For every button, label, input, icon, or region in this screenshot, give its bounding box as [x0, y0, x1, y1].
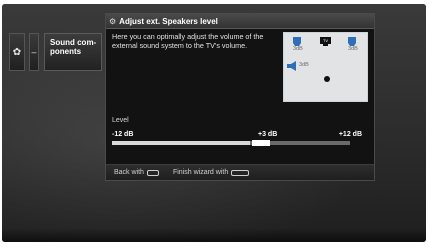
dialog-description: Here you can optimally adjust the volume…	[112, 32, 264, 50]
right-speaker-level: 3dB	[348, 46, 358, 52]
nav-item-sound-components[interactable]: Sound com-ponents	[44, 33, 102, 71]
level-label: Level	[112, 117, 129, 124]
svg-text:TV: TV	[323, 38, 328, 43]
level-scale: -12 dB +3 dB +12 dB	[112, 131, 368, 141]
finish-label: Finish wizard with	[172, 169, 229, 176]
level-max-label: +12 dB	[338, 131, 362, 138]
speaker-layout-diagram: 3dB TV 3dB 3dB	[283, 32, 368, 102]
finish-hint[interactable]: Finish wizard with	[172, 169, 250, 176]
level-current-label: +3 dB	[258, 131, 278, 138]
dash-icon: –	[31, 47, 37, 57]
center-speaker-level: 3dB	[299, 62, 309, 68]
listener-icon	[324, 76, 330, 82]
level-slider-knob[interactable]	[251, 140, 270, 146]
gear-icon: ⚙	[109, 16, 117, 26]
level-slider-fill	[112, 141, 251, 145]
back-key-icon	[146, 169, 159, 176]
screen-bottom-shadow	[2, 228, 426, 242]
dialog-footer: Back with Finish wizard with	[106, 164, 374, 180]
back-label: Back with	[114, 169, 144, 176]
speaker-icon	[287, 61, 296, 71]
tv-icon: TV	[320, 37, 331, 46]
dialog-header: ⚙ Adjust ext. Speakers level	[106, 14, 374, 29]
left-speaker-level: 3dB	[293, 46, 303, 52]
dialog-title: Adjust ext. Speakers level	[119, 16, 218, 26]
nav-settings-button[interactable]: ✿	[9, 33, 25, 71]
nav-item-label: Sound com-ponents	[50, 38, 97, 56]
level-slider[interactable]	[112, 140, 350, 146]
nav-separator-button[interactable]: –	[29, 33, 39, 71]
finish-key-icon	[231, 169, 250, 176]
gear-icon: ✿	[12, 46, 22, 58]
level-min-label: -12 dB	[112, 131, 134, 138]
back-hint[interactable]: Back with	[114, 169, 159, 176]
adjust-speakers-dialog: ⚙ Adjust ext. Speakers level Here you ca…	[105, 13, 375, 181]
tv-screen: ✿ – Sound com-ponents ⚙ Adjust ext. Spea…	[2, 4, 426, 242]
